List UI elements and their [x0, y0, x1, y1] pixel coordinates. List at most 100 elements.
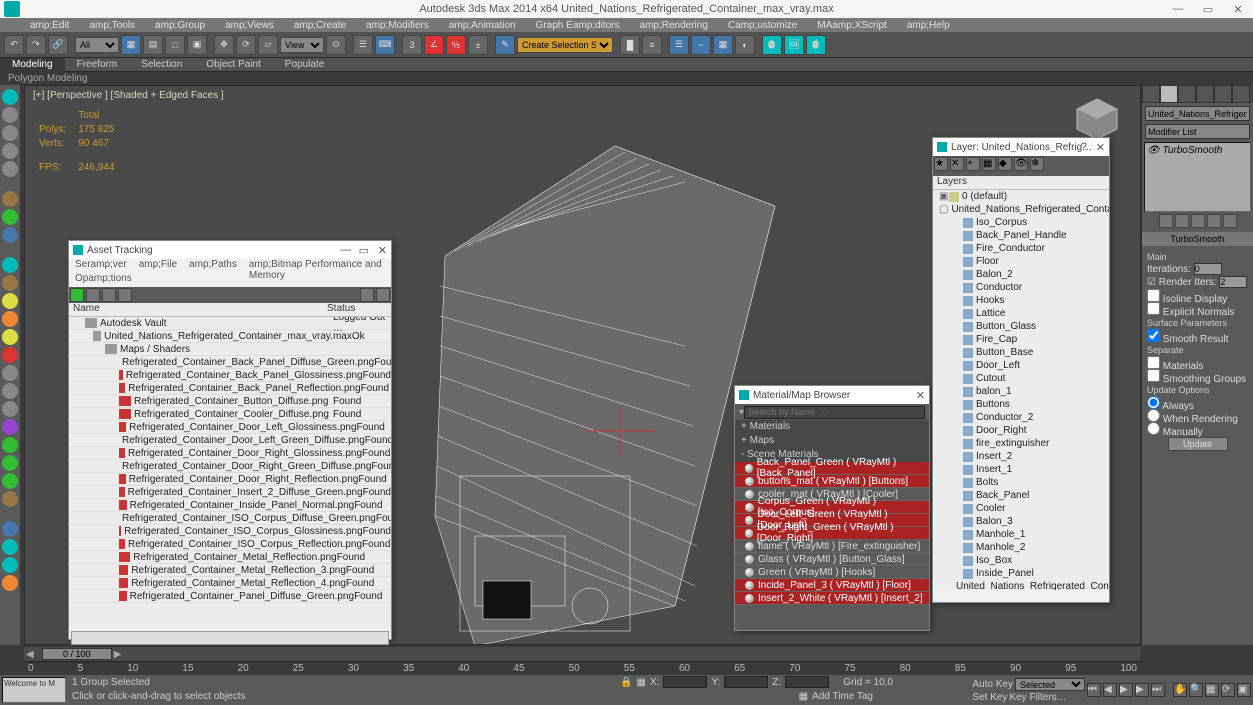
menu-item[interactable]: MAamp;XScript	[817, 20, 886, 31]
asset-maximize-button[interactable]: ▭	[359, 244, 369, 257]
layer-row[interactable]: Insert_2	[933, 450, 1109, 463]
iterations-spinner[interactable]	[1194, 263, 1222, 275]
layer-row[interactable]: Iso_Corpus	[933, 216, 1109, 229]
configure-sets-button[interactable]	[1223, 214, 1237, 228]
tool-icon[interactable]	[2, 539, 18, 555]
layer-row[interactable]: Fire_Conductor	[933, 242, 1109, 255]
layer-highlight-button[interactable]: ◆	[998, 157, 1012, 171]
maximize-viewport-button[interactable]: ▣	[1237, 683, 1251, 697]
tool-icon[interactable]	[2, 491, 18, 507]
align-button[interactable]: ≡	[642, 35, 662, 55]
asset-help-button[interactable]	[376, 288, 390, 302]
modifier-stack[interactable]: 👁 TurboSmooth	[1144, 142, 1251, 212]
layer-row[interactable]: Floor	[933, 255, 1109, 268]
material-row[interactable]: flame ( VRayMtl ) [Fire_extinguisher]	[735, 540, 929, 553]
edit-named-sel-button[interactable]: ✎	[495, 35, 515, 55]
move-button[interactable]: ✥	[214, 35, 234, 55]
zoom-button[interactable]: 🔍	[1189, 683, 1203, 697]
autokey-button[interactable]: Auto Key	[972, 679, 1013, 690]
play-button[interactable]: ▶	[1119, 683, 1133, 697]
object-name-field[interactable]	[1145, 106, 1250, 121]
layer-help-button[interactable]: ?	[1081, 141, 1087, 153]
layer-row[interactable]: Cutout	[933, 372, 1109, 385]
tool-icon[interactable]	[2, 521, 18, 537]
asset-list[interactable]: Autodesk VaultLogged Out …United_Nations…	[69, 317, 391, 629]
select-object-button[interactable]: ▦	[121, 35, 141, 55]
tool-icon[interactable]	[2, 107, 18, 123]
named-selection-dropdown[interactable]: Create Selection S…	[517, 37, 613, 53]
layer-row[interactable]: Balon_2	[933, 268, 1109, 281]
asset-menu-item[interactable]: amp;Bitmap Performance and Memory	[249, 259, 385, 273]
asset-hscrollbar[interactable]	[71, 631, 389, 645]
select-name-button[interactable]: ▤	[143, 35, 163, 55]
layer-row[interactable]: Conductor	[933, 281, 1109, 294]
menu-item[interactable]: amp;Edit	[30, 20, 69, 31]
layer-row[interactable]: Hooks	[933, 294, 1109, 307]
goto-end-button[interactable]: ⏭	[1151, 683, 1165, 697]
asset-col-status[interactable]: Status	[327, 303, 355, 316]
tool-icon[interactable]	[2, 125, 18, 141]
layer-row[interactable]: Buttons	[933, 398, 1109, 411]
tool-icon[interactable]	[2, 557, 18, 573]
time-slider-handle[interactable]: 0 / 100	[42, 648, 112, 660]
asset-row[interactable]: Refrigerated_Container_Door_Left_Green_D…	[69, 434, 391, 447]
keyboard-shortcut-button[interactable]: ⌨	[375, 35, 395, 55]
layer-manager-button[interactable]: ☰	[669, 35, 689, 55]
lock-icon[interactable]: 🔒	[620, 677, 632, 688]
layer-new-button[interactable]: ★	[934, 157, 948, 171]
select-rect-button[interactable]: □	[165, 35, 185, 55]
ribbon-tab[interactable]: Selection	[129, 58, 194, 72]
create-tab[interactable]	[1142, 85, 1160, 103]
menu-item[interactable]: amp;Tools	[89, 20, 135, 31]
window-crossing-button[interactable]: ▣	[187, 35, 207, 55]
asset-tb-button[interactable]	[102, 288, 116, 302]
maximize-button[interactable]: ▭	[1193, 3, 1223, 16]
asset-col-name[interactable]: Name	[69, 303, 327, 316]
turbosmooth-rollout-header[interactable]: TurboSmooth	[1142, 232, 1253, 246]
layer-row[interactable]: Conductor_2	[933, 411, 1109, 424]
hierarchy-tab[interactable]	[1178, 85, 1196, 103]
pin-stack-button[interactable]	[1159, 214, 1173, 228]
motion-tab[interactable]	[1196, 85, 1214, 103]
menu-item[interactable]: Camp;ustomize	[728, 20, 797, 31]
next-frame-button[interactable]: ▶	[1135, 683, 1149, 697]
layer-row[interactable]: Cooler	[933, 502, 1109, 515]
menu-item[interactable]: amp;Group	[155, 20, 205, 31]
manipulate-button[interactable]: ☰	[353, 35, 373, 55]
prev-frame-button[interactable]: ◀	[1103, 683, 1117, 697]
expand-icon[interactable]: ▣	[939, 191, 949, 202]
schematic-view-button[interactable]: ▦	[713, 35, 733, 55]
asset-tb-button[interactable]	[70, 288, 84, 302]
modify-tab[interactable]	[1160, 85, 1178, 103]
material-row[interactable]: Glass ( VRayMtl ) [Button_Glass]	[735, 553, 929, 566]
layer-row[interactable]: Door_Right	[933, 424, 1109, 437]
asset-menu-item[interactable]: amp;Paths	[189, 259, 237, 273]
next-key-button[interactable]: ▶	[114, 649, 122, 660]
display-tab[interactable]	[1214, 85, 1232, 103]
asset-row[interactable]: Refrigerated_Container_Cooler_Diffuse.pn…	[69, 408, 391, 421]
asset-row[interactable]: Refrigerated_Container_Panel_Diffuse_Gre…	[69, 590, 391, 603]
y-coord-field[interactable]	[724, 676, 768, 688]
layer-row[interactable]: Back_Panel	[933, 489, 1109, 502]
mat-section-materials[interactable]: + Materials	[735, 420, 929, 434]
use-center-button[interactable]: ⊙	[326, 35, 346, 55]
key-mode-dropdown[interactable]: Selected	[1015, 678, 1085, 691]
coord-type-icon[interactable]: ▦	[637, 677, 646, 688]
curve-editor-button[interactable]: ~	[691, 35, 711, 55]
tool-icon[interactable]	[2, 401, 18, 417]
pan-button[interactable]: ✋	[1173, 683, 1187, 697]
asset-row[interactable]: Refrigerated_Container_Metal_Reflection_…	[69, 577, 391, 590]
undo-button[interactable]: ↶	[4, 35, 24, 55]
tool-icon[interactable]	[2, 575, 18, 591]
render-setup-button[interactable]: 🍵	[762, 35, 782, 55]
remove-modifier-button[interactable]	[1207, 214, 1221, 228]
material-row[interactable]: Green ( VRayMtl ) [Hooks]	[735, 566, 929, 579]
asset-row[interactable]: Refrigerated_Container_ISO_Corpus_Glossi…	[69, 525, 391, 538]
layer-row[interactable]: Door_Left	[933, 359, 1109, 372]
mirror-button[interactable]: ▐▌	[620, 35, 640, 55]
asset-row[interactable]: Refrigerated_Container_Metal_Reflection.…	[69, 551, 391, 564]
asset-menu-item[interactable]: Seramp;ver	[75, 259, 127, 273]
layer-row[interactable]: Bolts	[933, 476, 1109, 489]
asset-menu-item[interactable]: Opamp;tions	[75, 273, 132, 287]
redo-button[interactable]: ↷	[26, 35, 46, 55]
